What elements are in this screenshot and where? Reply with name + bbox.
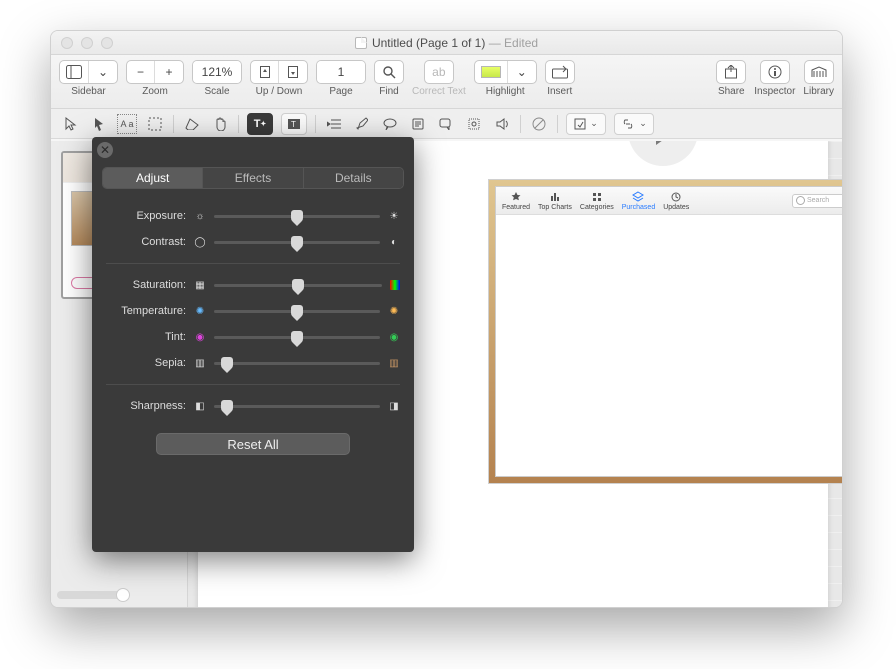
page-down-button[interactable]: [279, 61, 307, 83]
scale-field[interactable]: 121%: [193, 61, 241, 83]
tint-label: Tint:: [106, 331, 186, 343]
sepia-on-icon: ▥: [388, 357, 400, 369]
embed-body: OPENUPDATEUPDATEUPDATEUPDATEINSTALLINSTA…: [496, 215, 842, 476]
callout-icon[interactable]: [436, 114, 456, 134]
correct-text-button: ab: [425, 61, 453, 83]
embed-tab-topcharts: Top Charts: [538, 191, 572, 211]
library-button[interactable]: [805, 61, 833, 83]
temperature-slider[interactable]: [214, 310, 380, 313]
pointer-icon[interactable]: [89, 114, 109, 134]
contrast-label: Contrast:: [106, 236, 186, 248]
page-field[interactable]: 1: [317, 61, 365, 83]
tab-details[interactable]: Details: [304, 168, 403, 188]
eraser-icon[interactable]: [182, 114, 202, 134]
stamp-icon[interactable]: [464, 114, 484, 134]
sidebar-menu[interactable]: ⌄: [89, 61, 117, 83]
embed-search: Search: [792, 194, 842, 208]
highlight-swatch-icon: [481, 66, 501, 78]
saturation-low-icon: ▦: [194, 279, 206, 291]
arrow-graphic-icon: [628, 141, 698, 166]
main-toolbar: ⌄ Sidebar − + Zoom 121% Scale Up / Down …: [51, 55, 842, 109]
sharp-high-icon: ◨: [388, 400, 400, 412]
text-select-icon[interactable]: A a: [117, 114, 137, 134]
saturation-slider[interactable]: [214, 284, 382, 287]
embed-tab-categories: Categories: [580, 191, 614, 211]
highlight-pen-icon[interactable]: [352, 114, 372, 134]
note-icon[interactable]: [408, 114, 428, 134]
saturation-label: Saturation:: [106, 279, 186, 291]
arrow-cursor-icon[interactable]: [61, 114, 81, 134]
crop-dropdown[interactable]: ⌄: [566, 113, 606, 135]
contrast-slider[interactable]: [214, 241, 380, 244]
insert-button[interactable]: [546, 61, 574, 83]
tint-magenta-icon: ◉: [194, 331, 206, 343]
find-button[interactable]: [375, 61, 403, 83]
document-icon: [355, 37, 367, 49]
temperature-label: Temperature:: [106, 305, 186, 317]
contrast-low-icon: ◯: [194, 236, 206, 248]
sepia-label: Sepia:: [106, 357, 186, 369]
temp-warm-icon: ✺: [388, 305, 400, 317]
indent-icon[interactable]: [324, 114, 344, 134]
hand-icon[interactable]: [210, 114, 230, 134]
sepia-off-icon: ▥: [194, 357, 206, 369]
inspector-button[interactable]: [761, 61, 789, 83]
text-box-button[interactable]: T: [281, 113, 307, 135]
adjust-tabs: Adjust Effects Details: [102, 167, 404, 189]
no-entry-icon[interactable]: [529, 114, 549, 134]
sun-dim-icon: ☼: [194, 210, 206, 222]
zoom-out-button[interactable]: −: [127, 61, 155, 83]
zoom-in-button[interactable]: +: [155, 61, 183, 83]
text-tool-button[interactable]: T✦: [247, 113, 273, 135]
sepia-slider[interactable]: [214, 362, 380, 365]
page-up-button[interactable]: [251, 61, 279, 83]
sound-icon[interactable]: [492, 114, 512, 134]
comment-icon[interactable]: [380, 114, 400, 134]
sharpness-label: Sharpness:: [106, 400, 186, 412]
share-button[interactable]: [717, 61, 745, 83]
svg-text:T: T: [291, 120, 296, 129]
titlebar: Untitled (Page 1 of 1) — Edited: [51, 31, 842, 55]
sharp-low-icon: ◧: [194, 400, 206, 412]
marquee-icon[interactable]: [145, 114, 165, 134]
saturation-high-icon: [390, 280, 400, 290]
embed-tab-updates: Updates: [663, 191, 689, 211]
temp-cold-icon: ✺: [194, 305, 206, 317]
tab-effects[interactable]: Effects: [203, 168, 303, 188]
thumb-scrollbar-knob[interactable]: [116, 588, 130, 602]
link-dropdown[interactable]: ⌄: [614, 113, 654, 135]
embed-toolbar: Featured Top Charts Categories Purchased…: [496, 187, 842, 215]
exposure-slider[interactable]: [214, 215, 380, 218]
sidebar-button[interactable]: [60, 61, 89, 83]
highlight-button[interactable]: [475, 61, 508, 83]
sun-bright-icon: ☀: [388, 210, 400, 222]
panel-close-button[interactable]: ✕: [97, 142, 113, 158]
contrast-high-icon: ◐: [388, 236, 400, 248]
embed-tab-purchased: Purchased: [622, 191, 655, 211]
exposure-label: Exposure:: [106, 210, 186, 222]
tab-adjust[interactable]: Adjust: [103, 168, 203, 188]
embedded-image[interactable]: Featured Top Charts Categories Purchased…: [488, 179, 842, 484]
highlight-menu[interactable]: ⌄: [508, 61, 536, 83]
reset-all-button[interactable]: Reset All: [156, 433, 350, 455]
image-adjust-panel: ✕ Adjust Effects Details Exposure: ☼ ☀ C…: [92, 137, 414, 552]
format-bar: A a T✦ T ⌄ ⌄: [51, 109, 842, 139]
embed-tab-featured: Featured: [502, 191, 530, 211]
tint-green-icon: ◉: [388, 331, 400, 343]
window-title: Untitled (Page 1 of 1) — Edited: [51, 36, 842, 50]
tint-slider[interactable]: [214, 336, 380, 339]
sharpness-slider[interactable]: [214, 405, 380, 408]
